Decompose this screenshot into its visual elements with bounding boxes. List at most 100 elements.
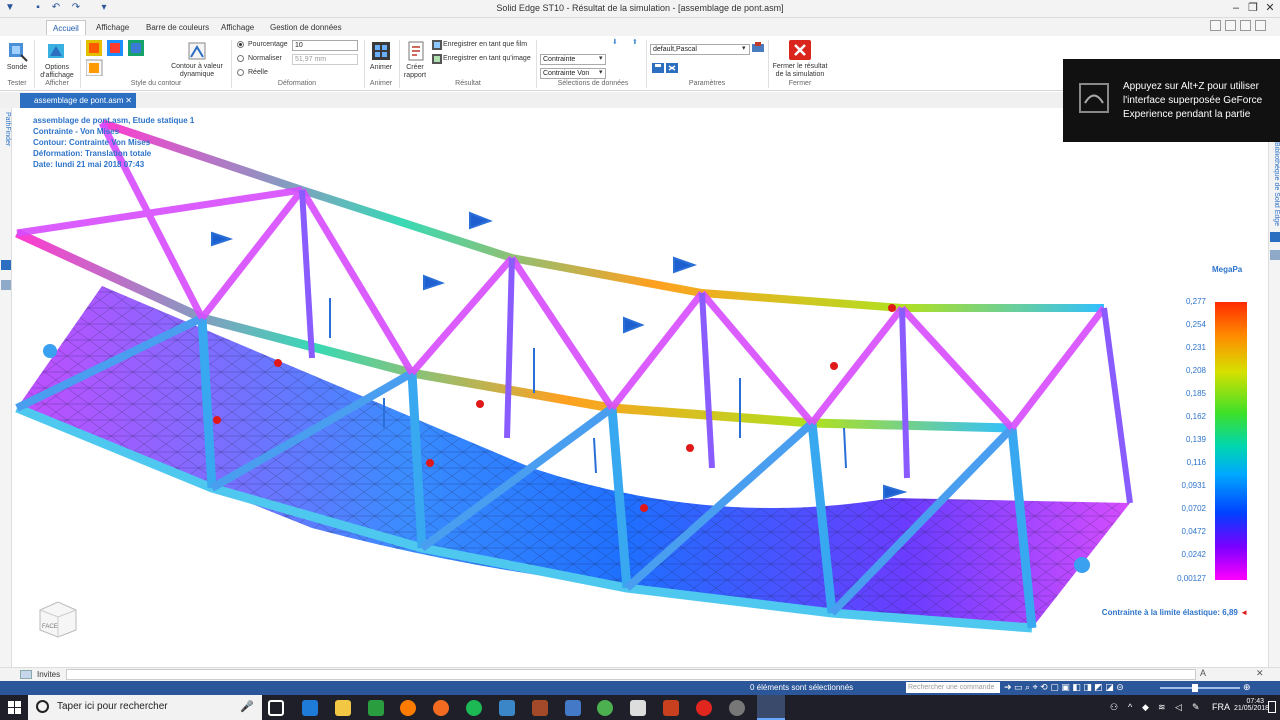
store-icon[interactable] (368, 700, 384, 716)
panel-icon[interactable] (1270, 232, 1280, 242)
profile-select[interactable]: default,Pascal (650, 44, 750, 55)
window-cascade-icon[interactable] (1240, 20, 1251, 31)
library-label[interactable]: Bibliothèque de Solid Edge (1270, 142, 1280, 232)
command-search-input[interactable]: Rechercher une commande (906, 682, 1000, 693)
file-explorer-icon[interactable] (335, 700, 351, 716)
result-component-select[interactable]: Contrainte Von (540, 68, 606, 79)
tab-barre-de-couleurs[interactable]: Barre de couleurs (140, 20, 215, 35)
app-icon[interactable] (663, 700, 679, 716)
legend-tick: 0,208 (1185, 366, 1206, 375)
chrome-icon[interactable] (597, 700, 613, 716)
app-icon[interactable] (532, 700, 548, 716)
save-image-button[interactable]: Enregistrer en tant qu'image (443, 55, 531, 63)
chevron-down-icon[interactable]: ▾ (599, 69, 603, 77)
view-cube[interactable]: FACE (36, 600, 80, 638)
normalize-input[interactable]: 51,97 mm (292, 54, 358, 65)
font-size-icon[interactable]: A (1200, 668, 1206, 678)
layout-icon[interactable] (1210, 20, 1221, 31)
close-result-button[interactable]: Fermer le résultat de la simulation (770, 63, 830, 79)
tab-gestion-de-donnees[interactable]: Gestion de données (264, 20, 348, 35)
study-info-line: Contrainte - Von Mises (33, 127, 120, 136)
tab-accueil[interactable]: Accueil (46, 20, 86, 35)
minimize-button[interactable]: – (1228, 1, 1244, 16)
spotify-icon[interactable] (466, 700, 482, 716)
display-options-icon[interactable] (46, 40, 68, 62)
taskbar-search-placeholder: Taper ici pour rechercher (57, 701, 168, 712)
radio-reelle[interactable] (237, 69, 244, 76)
simulation-viewport[interactable] (12, 108, 1268, 667)
library-strip[interactable]: Bibliothèque de Solid Edge (1268, 140, 1280, 670)
chevron-down-icon[interactable]: ▾ (742, 45, 746, 53)
delete-profile-icon[interactable] (666, 63, 678, 73)
percentage-input[interactable]: 10 (292, 40, 358, 51)
clock[interactable]: 07:43 21/05/2018 (1234, 698, 1269, 712)
animate-icon[interactable] (370, 40, 392, 62)
zoom-in-icon[interactable]: ⊕ (1243, 682, 1251, 693)
edge-icon[interactable] (302, 700, 318, 716)
tab-affichage[interactable]: Affichage (90, 20, 135, 35)
app-icon[interactable] (565, 700, 581, 716)
wifi-icon[interactable]: ≋ (1158, 702, 1166, 713)
help-icon[interactable] (1255, 20, 1266, 31)
pathfinder-strip[interactable]: PathFinder (0, 108, 12, 668)
microphone-icon[interactable]: 🎤 (240, 700, 254, 713)
tray-app-icon[interactable]: ◆ (1142, 702, 1149, 713)
create-report-button[interactable]: Créer rapport (400, 64, 430, 80)
app-icon[interactable] (433, 700, 449, 716)
firefox-icon[interactable] (400, 700, 416, 716)
radio-normaliser[interactable] (237, 55, 244, 62)
profile-value: default,Pascal (653, 46, 697, 53)
panel-icon[interactable] (1, 260, 11, 270)
zoom-slider[interactable] (1160, 687, 1240, 689)
zoom-slider-thumb[interactable] (1192, 684, 1198, 692)
dynamic-contour-icon[interactable] (186, 40, 208, 62)
solid-edge-taskbar-icon[interactable] (757, 695, 785, 720)
pathfinder-label[interactable]: PathFinder (1, 112, 11, 158)
taskbar-search[interactable]: Taper ici pour rechercher 🎤 (28, 695, 262, 720)
notifications-icon[interactable] (1268, 701, 1276, 713)
app-icon[interactable] (729, 700, 745, 716)
chevron-down-icon[interactable]: ▾ (599, 55, 603, 63)
task-view-icon[interactable] (268, 700, 284, 716)
document-tab[interactable]: assemblage de pont.asm ✕ (20, 93, 136, 108)
display-options-button[interactable]: Options d'affichage (36, 64, 78, 80)
panel-icon[interactable] (1270, 250, 1280, 260)
restore-button[interactable]: ❐ (1245, 1, 1261, 16)
people-icon[interactable]: ⚇ (1110, 702, 1118, 713)
pin-icon[interactable]: ⬇ (612, 39, 618, 47)
prompt-input[interactable] (66, 669, 1196, 680)
volume-icon[interactable]: ◁ (1175, 702, 1182, 713)
probe-button[interactable]: Sonde (2, 64, 32, 72)
close-tab-icon[interactable]: ✕ (125, 93, 132, 108)
contour-style-icons[interactable] (86, 40, 146, 76)
save-film-button[interactable]: Enregistrer en tant que film (443, 41, 527, 49)
film-icon[interactable] (432, 40, 442, 50)
close-result-icon[interactable] (789, 40, 811, 62)
group-divider (231, 40, 232, 88)
save-profile-icon[interactable] (652, 63, 664, 73)
group-divider (646, 40, 647, 88)
tab-affichage-2[interactable]: Affichage (215, 20, 260, 35)
nvidia-logo-icon (1079, 83, 1109, 113)
radio-pourcentage[interactable] (237, 41, 244, 48)
zoom-tools-icons[interactable]: ➜ ▭ ⌕ ⌖ ⟲ ▢ ▣ ◧ ◨ ◩ ◪ ⊝ (1004, 682, 1124, 693)
pen-icon[interactable]: ✎ (1192, 702, 1200, 713)
close-window-button[interactable]: ✕ (1262, 1, 1278, 16)
window-tile-icon[interactable] (1225, 20, 1236, 31)
image-icon[interactable] (432, 54, 442, 64)
report-icon[interactable] (405, 40, 427, 62)
probe-icon[interactable] (6, 40, 28, 62)
language-indicator[interactable]: FRA (1212, 702, 1230, 712)
dynamic-contour-button[interactable]: Contour à valeur dynamique (166, 63, 228, 79)
result-type-select[interactable]: Contrainte (540, 54, 606, 65)
animate-button[interactable]: Animer (364, 64, 398, 72)
settings-icon[interactable] (752, 42, 764, 54)
app-icon[interactable] (499, 700, 515, 716)
windows-start-icon[interactable] (8, 701, 21, 714)
close-prompt-icon[interactable]: ✕ (1256, 668, 1264, 679)
mail-icon[interactable] (630, 700, 646, 716)
panel-icon[interactable] (1, 280, 11, 290)
opera-icon[interactable] (696, 700, 712, 716)
tray-expand-icon[interactable]: ^ (1128, 702, 1132, 712)
pin-up-icon[interactable]: ⬆ (632, 39, 638, 47)
